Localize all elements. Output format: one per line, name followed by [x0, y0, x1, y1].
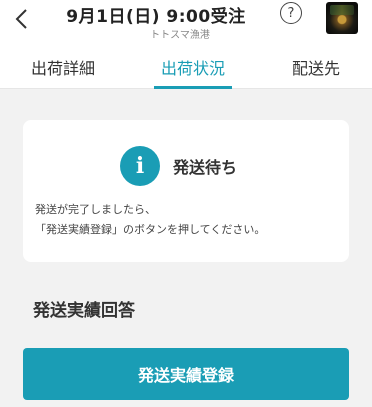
- back-button[interactable]: [10, 6, 32, 32]
- app-header: 9月1日(日) 9:00受注 トトスマ漁港 ?: [0, 0, 372, 44]
- status-message-line-2: 「発送実績登録」のボタンを押してください。: [35, 223, 266, 236]
- section-heading: 発送実績回答: [33, 301, 135, 321]
- avatar[interactable]: [326, 2, 358, 34]
- status-message: 発送が完了しましたら、 「発送実績登録」のボタンを押してください。: [35, 200, 265, 240]
- tab-bar: 出荷詳細 出荷状況 配送先: [0, 44, 372, 89]
- tab-shipping-details[interactable]: 出荷詳細: [0, 44, 126, 89]
- tab-shipping-status[interactable]: 出荷状況: [126, 44, 260, 89]
- status-message-line-1: 発送が完了しましたら、: [35, 203, 156, 216]
- page-title: 9月1日(日) 9:00受注: [66, 7, 246, 27]
- tab-delivery-address[interactable]: 配送先: [260, 44, 372, 89]
- info-icon: i: [120, 146, 160, 186]
- page-subtitle: トトスマ漁港: [150, 30, 210, 41]
- register-shipment-button[interactable]: 発送実績登録: [23, 348, 349, 400]
- active-tab-indicator: [154, 86, 232, 89]
- status-card: i 発送待ち 発送が完了しましたら、 「発送実績登録」のボタンを押してください。: [23, 120, 349, 262]
- help-icon[interactable]: ?: [280, 2, 302, 24]
- status-title: 発送待ち: [173, 158, 238, 177]
- chevron-left-icon: [15, 9, 27, 29]
